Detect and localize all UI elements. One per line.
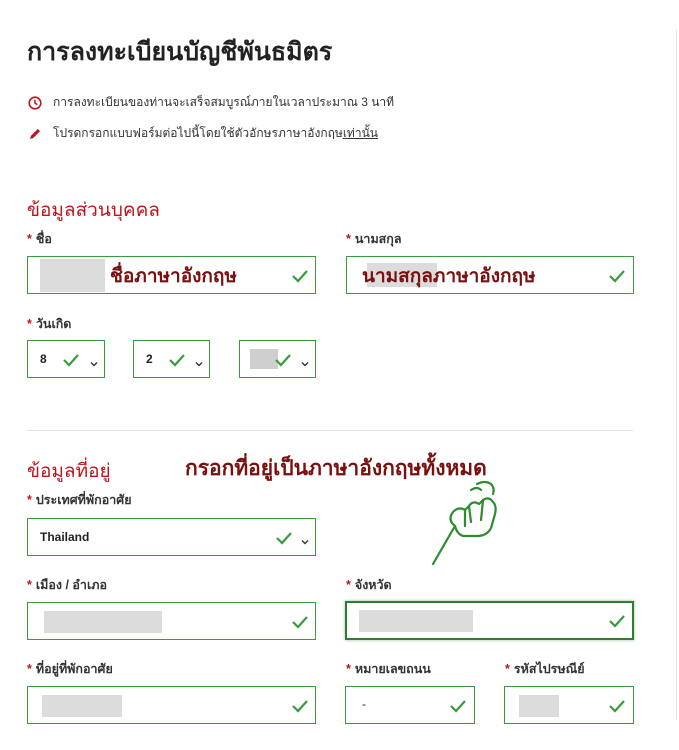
chevron-down-icon (301, 533, 309, 545)
country-value: Thailand (40, 530, 90, 544)
first-name-hint-overlay: ชื่อภาษาอังกฤษ (110, 266, 237, 287)
birth-month-value: 2 (146, 352, 153, 366)
chevron-down-icon (301, 355, 309, 367)
province-field[interactable] (345, 601, 634, 640)
birth-month-select[interactable]: 2 (133, 340, 210, 378)
chevron-down-icon (90, 355, 98, 367)
first-name-label: * ชื่อ (27, 232, 52, 246)
residential-address-field[interactable] (27, 686, 316, 724)
postal-code-label: * รหัสไปรษณีย์ (505, 662, 585, 676)
redacted-value (359, 610, 473, 632)
redacted-value (42, 695, 122, 717)
check-icon (290, 266, 310, 286)
street-number-field[interactable]: - (345, 686, 475, 724)
check-icon (607, 611, 627, 631)
last-name-hint-overlay: นามสกุลภาษาอังกฤษ (362, 266, 536, 287)
street-number-value: - (362, 697, 366, 711)
time-note: การลงทะเบียนของท่านจะเสร็จสมบูรณ์ภายในเว… (27, 93, 394, 112)
redacted-value (44, 611, 162, 633)
redacted-value (40, 259, 105, 292)
postal-code-field[interactable] (504, 686, 634, 724)
check-icon (448, 696, 468, 716)
check-icon (274, 528, 294, 548)
pointing-hand-icon (425, 476, 505, 568)
right-divider (676, 30, 677, 720)
language-note: โปรดกรอกแบบฟอร์มต่อไปนี้โดยใช้ตัวอักษรภา… (27, 124, 378, 143)
language-note-text: โปรดกรอกแบบฟอร์มต่อไปนี้โดยใช้ตัวอักษรภา… (53, 126, 343, 140)
birth-date-label: * วันเกิด (27, 317, 72, 331)
check-icon (607, 266, 627, 286)
time-note-text: การลงทะเบียนของท่านจะเสร็จสมบูรณ์ภายในเว… (53, 95, 395, 109)
clock-icon (27, 95, 43, 111)
province-label: * จังหวัด (346, 578, 392, 592)
address-section-title: ข้อมูลที่อยู่ (27, 461, 111, 482)
street-number-label: * หมายเลขถนน (346, 662, 431, 676)
birth-year-select[interactable] (239, 340, 316, 378)
page-title: การลงทะเบียนบัญชีพันธมิตร (27, 38, 333, 66)
city-field[interactable] (27, 602, 316, 640)
check-icon (167, 350, 187, 370)
country-select[interactable]: Thailand (27, 518, 316, 556)
chevron-down-icon (195, 355, 203, 367)
last-name-label: * นามสกุล (346, 232, 402, 246)
residential-address-label: * ที่อยู่ที่พักอาศัย (27, 662, 113, 676)
redacted-value (519, 695, 559, 717)
language-note-emphasis: เท่านั้น (342, 126, 378, 140)
check-icon (61, 350, 81, 370)
check-icon (290, 612, 310, 632)
check-icon (607, 696, 627, 716)
check-icon (273, 350, 293, 370)
check-icon (290, 696, 310, 716)
section-divider (27, 430, 633, 431)
city-label: * เมือง / อำเภอ (27, 578, 107, 592)
birth-day-select[interactable]: 8 (27, 340, 105, 378)
pencil-icon (27, 126, 43, 142)
personal-section-title: ข้อมูลส่วนบุคคล (27, 200, 160, 221)
birth-day-value: 8 (40, 352, 47, 366)
country-label: * ประเทศที่พักอาศัย (27, 493, 132, 507)
